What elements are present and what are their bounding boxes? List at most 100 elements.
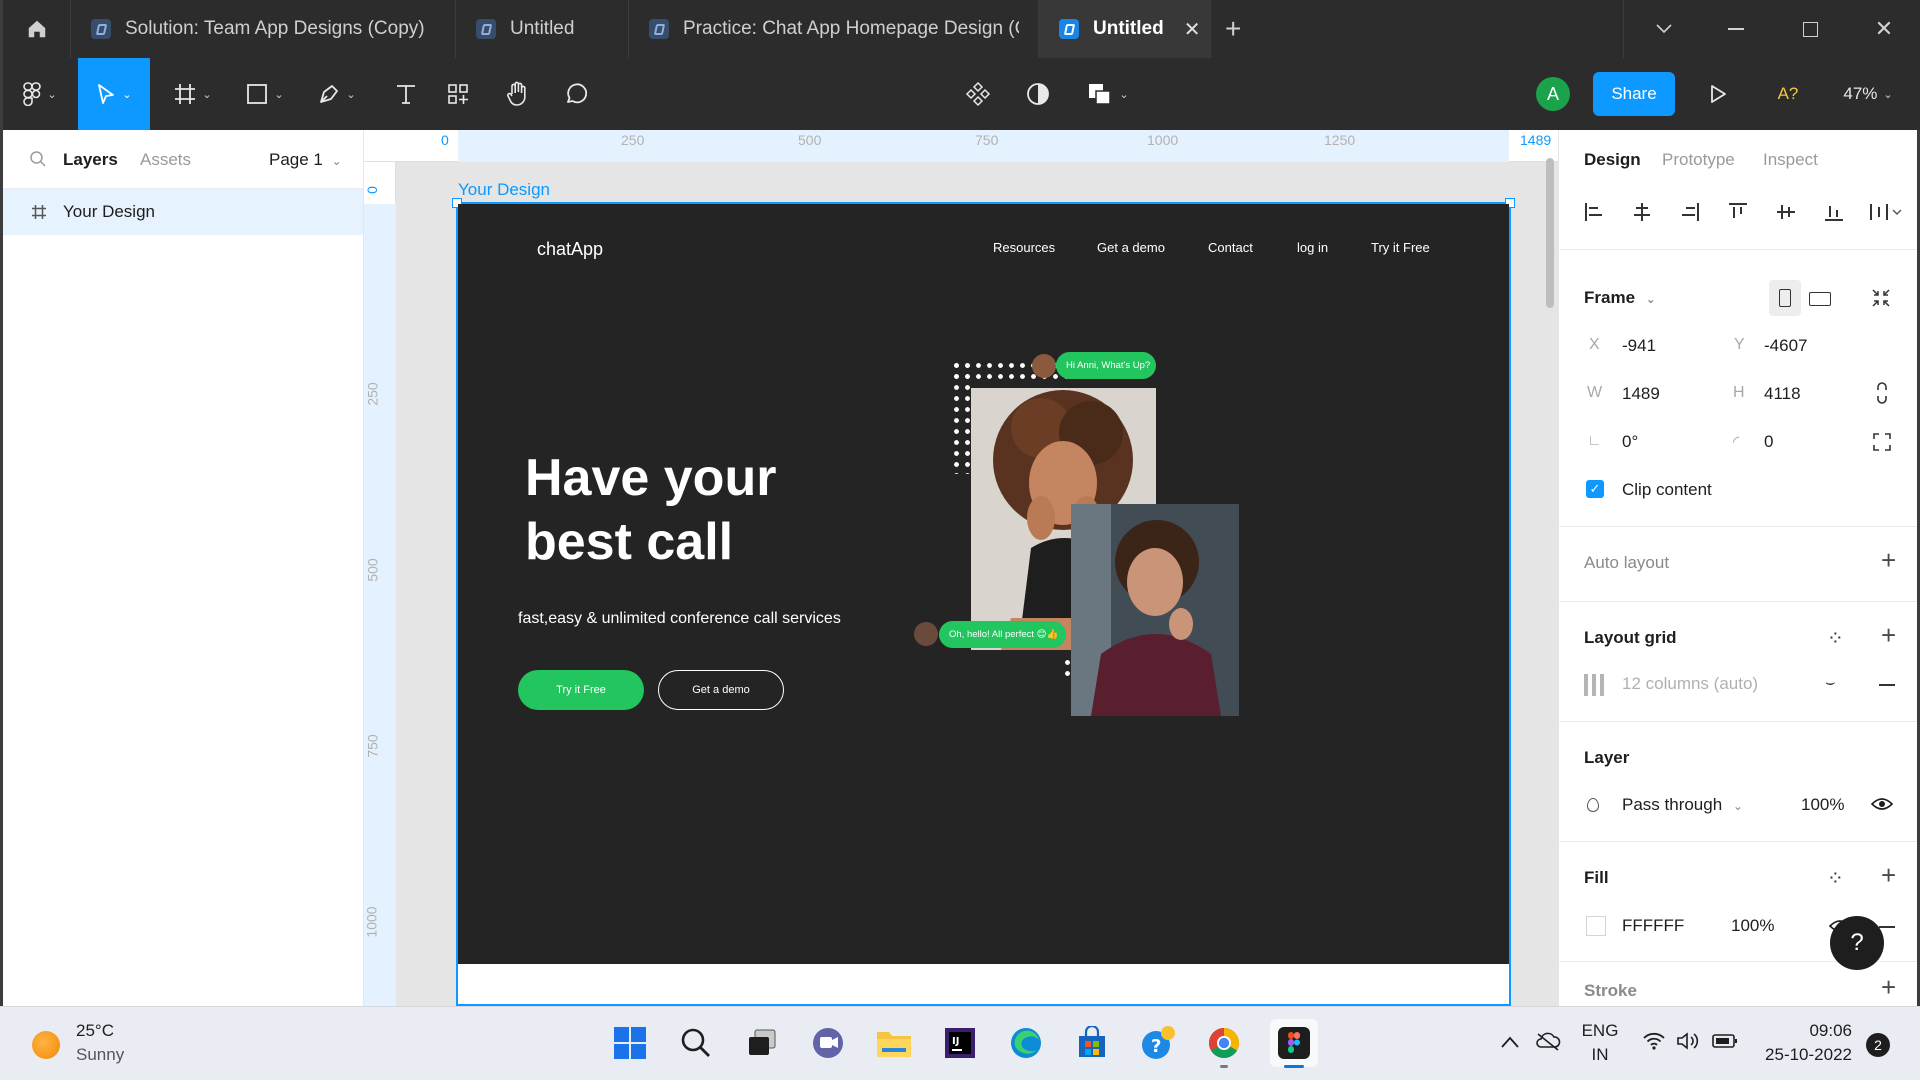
grid-description[interactable]: 12 columns (auto) bbox=[1622, 674, 1758, 694]
portrait-toggle[interactable] bbox=[1769, 280, 1801, 316]
width-input[interactable]: 1489 bbox=[1622, 384, 1660, 404]
volume-icon[interactable] bbox=[1676, 1031, 1700, 1051]
tab-prototype[interactable]: Prototype bbox=[1662, 150, 1735, 170]
store-button[interactable] bbox=[1072, 1023, 1112, 1063]
battery-icon[interactable] bbox=[1712, 1033, 1738, 1049]
layer-opacity-input[interactable]: 100% bbox=[1801, 795, 1844, 815]
distribute-icon[interactable] bbox=[1869, 202, 1903, 222]
frame-label[interactable]: Your Design bbox=[458, 180, 550, 200]
clip-content-checkbox[interactable]: ✓ bbox=[1586, 480, 1604, 498]
edge-button[interactable] bbox=[1006, 1023, 1046, 1063]
frame-tool[interactable]: ⌄ bbox=[163, 58, 223, 130]
add-auto-layout-button[interactable]: + bbox=[1881, 545, 1896, 576]
missing-fonts-button[interactable]: A? bbox=[1763, 58, 1813, 130]
tab-practice-chat-app[interactable]: Practice: Chat App Homepage Design (Copy… bbox=[629, 0, 1039, 58]
help-button[interactable]: ? bbox=[1830, 916, 1884, 970]
landscape-icon[interactable] bbox=[1809, 292, 1831, 306]
resize-to-fit-icon[interactable] bbox=[1871, 288, 1891, 308]
add-stroke-button[interactable]: + bbox=[1881, 972, 1896, 1003]
share-button[interactable]: Share bbox=[1593, 72, 1675, 116]
home-button[interactable] bbox=[3, 0, 71, 58]
clock-time[interactable]: 09:06 bbox=[1762, 1021, 1852, 1041]
design-frame[interactable]: chatApp Resources Get a demo Contact log… bbox=[452, 198, 1515, 1006]
resources-tool[interactable] bbox=[433, 58, 483, 130]
hand-tool[interactable] bbox=[493, 58, 543, 130]
notification-badge[interactable]: 2 bbox=[1866, 1033, 1890, 1057]
present-button[interactable] bbox=[1693, 58, 1743, 130]
zoom-menu[interactable]: 47% ⌄ bbox=[1833, 58, 1903, 130]
remove-fill-button[interactable] bbox=[1879, 926, 1895, 928]
fill-opacity-input[interactable]: 100% bbox=[1731, 916, 1774, 936]
onedrive-icon[interactable] bbox=[1535, 1031, 1561, 1051]
tab-inspect[interactable]: Inspect bbox=[1763, 150, 1818, 170]
main-menu-button[interactable]: ⌄ bbox=[9, 58, 71, 130]
corner-radius-input[interactable]: 0 bbox=[1764, 432, 1773, 452]
fill-styles-icon[interactable]: ⁘ bbox=[1827, 866, 1844, 891]
fill-hex-input[interactable]: FFFFFF bbox=[1622, 916, 1684, 936]
align-bottom-icon[interactable] bbox=[1824, 202, 1844, 222]
tab-untitled-active[interactable]: Untitled ✕ bbox=[1039, 0, 1211, 58]
comment-tool[interactable] bbox=[551, 58, 601, 130]
move-tool[interactable]: ⌄ bbox=[78, 58, 150, 130]
text-tool[interactable] bbox=[381, 58, 431, 130]
get-help-button[interactable]: ? bbox=[1138, 1023, 1178, 1063]
tab-untitled-1[interactable]: Untitled bbox=[456, 0, 629, 58]
page-selector[interactable]: Page 1 ⌄ bbox=[269, 150, 342, 170]
close-window-button[interactable]: ✕ bbox=[1847, 0, 1920, 58]
tab-layers[interactable]: Layers bbox=[63, 150, 118, 170]
fill-color-swatch[interactable] bbox=[1586, 916, 1606, 936]
start-button[interactable] bbox=[610, 1023, 650, 1063]
canvas-scrollbar[interactable] bbox=[1546, 158, 1554, 308]
mask-action[interactable] bbox=[1013, 58, 1063, 130]
search-button[interactable] bbox=[676, 1023, 716, 1063]
remove-grid-button[interactable] bbox=[1879, 684, 1895, 686]
user-avatar[interactable]: A bbox=[1533, 58, 1573, 130]
x-input[interactable]: -941 bbox=[1622, 336, 1656, 356]
weather-temp[interactable]: 25°C bbox=[76, 1021, 114, 1041]
independent-corners-icon[interactable] bbox=[1872, 432, 1892, 452]
align-center-horizontal-icon[interactable] bbox=[1632, 202, 1652, 222]
eye-icon[interactable] bbox=[1871, 796, 1893, 812]
language-eng[interactable]: ENG bbox=[1580, 1021, 1620, 1041]
language-in[interactable]: IN bbox=[1580, 1045, 1620, 1065]
figma-button[interactable] bbox=[1270, 1019, 1318, 1068]
tab-list-button[interactable] bbox=[1623, 0, 1703, 58]
new-tab-button[interactable]: + bbox=[1211, 0, 1259, 58]
chrome-button[interactable] bbox=[1204, 1023, 1244, 1068]
tab-assets[interactable]: Assets bbox=[140, 150, 191, 170]
add-layout-grid-button[interactable]: + bbox=[1881, 620, 1896, 651]
align-right-icon[interactable] bbox=[1680, 202, 1700, 222]
shape-tool[interactable]: ⌄ bbox=[235, 58, 295, 130]
task-view-button[interactable] bbox=[742, 1023, 782, 1063]
sun-icon[interactable] bbox=[32, 1031, 60, 1059]
teams-chat-button[interactable] bbox=[808, 1023, 848, 1063]
component-action[interactable] bbox=[953, 58, 1003, 130]
align-center-vertical-icon[interactable] bbox=[1776, 202, 1796, 222]
pen-tool[interactable]: ⌄ bbox=[307, 58, 367, 130]
tab-design[interactable]: Design bbox=[1584, 150, 1641, 170]
grid-styles-icon[interactable]: ⁘ bbox=[1827, 626, 1844, 651]
height-input[interactable]: 4118 bbox=[1764, 384, 1801, 404]
file-explorer-button[interactable] bbox=[874, 1023, 914, 1063]
hidden-eye-icon[interactable]: ⌣ bbox=[1825, 674, 1836, 692]
weather-condition[interactable]: Sunny bbox=[76, 1045, 124, 1065]
layer-row-your-design[interactable]: Your Design bbox=[3, 189, 363, 235]
tab-solution-team-app[interactable]: Solution: Team App Designs (Copy) bbox=[71, 0, 456, 58]
align-top-icon[interactable] bbox=[1728, 202, 1748, 222]
search-icon[interactable] bbox=[29, 150, 47, 168]
add-fill-button[interactable]: + bbox=[1881, 860, 1896, 891]
constrain-proportions-icon[interactable] bbox=[1875, 382, 1889, 404]
close-tab-icon[interactable]: ✕ bbox=[1184, 17, 1201, 42]
intellij-button[interactable]: IJ bbox=[940, 1023, 980, 1063]
clock-date[interactable]: 25-10-2022 bbox=[1762, 1045, 1852, 1065]
boolean-action[interactable]: ⌄ bbox=[1078, 58, 1138, 130]
columns-grid-icon[interactable] bbox=[1584, 674, 1606, 696]
align-left-icon[interactable] bbox=[1584, 202, 1604, 222]
frame-title[interactable]: Frame ⌄ bbox=[1584, 288, 1656, 308]
rotation-input[interactable]: 0° bbox=[1622, 432, 1638, 452]
chevron-up-icon[interactable] bbox=[1500, 1035, 1520, 1049]
blend-mode-select[interactable]: Pass through ⌄ bbox=[1622, 795, 1743, 815]
canvas[interactable]: 0 250 500 750 1000 1250 1489 0 250 500 7… bbox=[364, 130, 1558, 1006]
maximize-button[interactable] bbox=[1773, 0, 1847, 58]
wifi-icon[interactable] bbox=[1642, 1031, 1666, 1051]
